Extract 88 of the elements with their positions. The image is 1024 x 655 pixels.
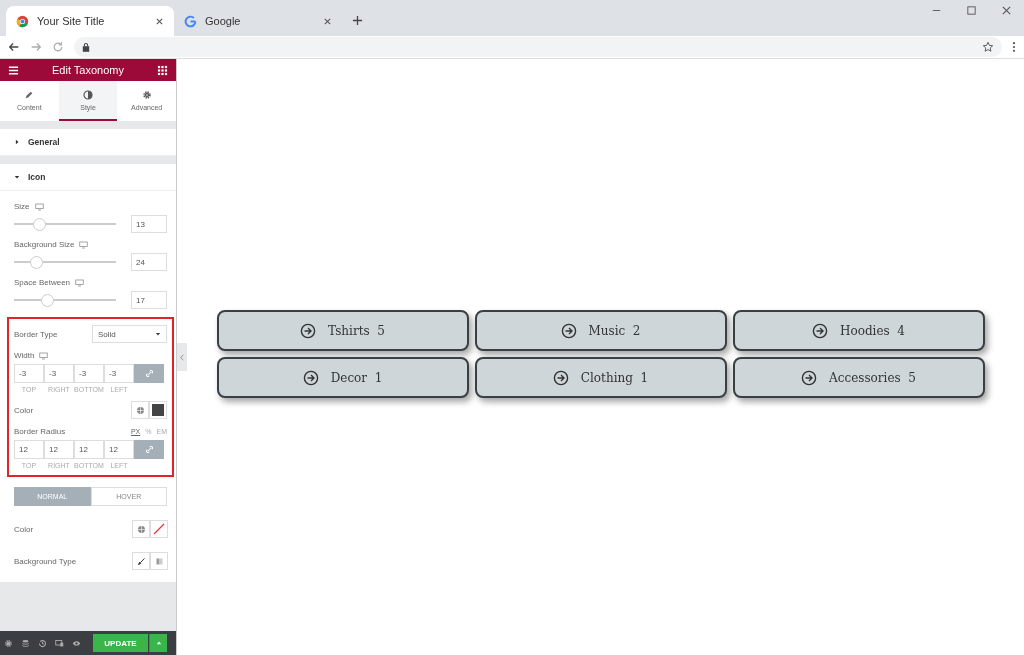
- radius-input[interactable]: 12: [14, 440, 44, 459]
- caret-icon: [155, 331, 161, 337]
- monitor-icon[interactable]: [79, 240, 89, 249]
- link-icon: [144, 369, 154, 378]
- term-label: Decor 1: [330, 370, 383, 385]
- chrome-logo-icon: [16, 14, 29, 28]
- control-label: Background Size: [14, 240, 75, 249]
- control-label: Width: [14, 351, 35, 360]
- caret-icon: [155, 640, 162, 646]
- width-input[interactable]: -3: [104, 364, 134, 383]
- no-color-swatch[interactable]: [150, 520, 168, 538]
- maximize-icon[interactable]: [966, 5, 977, 16]
- panel-title: Edit Taxonomy: [52, 64, 124, 76]
- layers-icon[interactable]: [21, 638, 30, 648]
- globe-icon: [136, 524, 146, 534]
- control-label: Border Radius: [14, 427, 66, 436]
- width-input[interactable]: -3: [14, 364, 44, 383]
- control-label: Size: [14, 202, 30, 211]
- responsive-icon[interactable]: [55, 638, 64, 648]
- slider-thumb[interactable]: [30, 255, 44, 269]
- term-label: Tshirts 5: [328, 323, 385, 338]
- caret-icon: [14, 139, 20, 145]
- term-label: Hoodies 4: [840, 323, 905, 338]
- eye-icon[interactable]: [72, 638, 81, 648]
- gear-icon: [141, 89, 152, 100]
- slider-thumb[interactable]: [32, 217, 46, 231]
- number-input[interactable]: 17: [131, 291, 167, 309]
- settings-icon[interactable]: [4, 638, 13, 648]
- gradient-icon[interactable]: [150, 552, 168, 570]
- forward-arrow-icon[interactable]: [30, 41, 42, 53]
- globe-icon: [135, 405, 145, 415]
- term-button[interactable]: Accessories 5: [732, 357, 985, 398]
- pencil-icon: [24, 89, 35, 100]
- chevron-left-icon: [180, 353, 184, 361]
- more-options-icon[interactable]: [1012, 41, 1016, 53]
- term-button[interactable]: Hoodies 4: [732, 310, 985, 351]
- browser-tab[interactable]: Your Site Title: [6, 6, 174, 36]
- section-title: General: [28, 137, 60, 147]
- new-tab-icon[interactable]: [352, 15, 363, 26]
- control-label: Border Type: [14, 329, 58, 339]
- menu-icon[interactable]: [8, 64, 19, 76]
- section-title: Icon: [28, 172, 46, 182]
- border-type-select[interactable]: Solid: [92, 325, 167, 343]
- close-icon[interactable]: [1001, 5, 1012, 16]
- lock-icon: [82, 42, 90, 52]
- number-input[interactable]: 13: [131, 215, 167, 233]
- global-colors-button[interactable]: [131, 401, 149, 419]
- term-button[interactable]: Decor 1: [216, 357, 469, 398]
- number-input[interactable]: 24: [131, 253, 167, 271]
- radius-input[interactable]: 12: [104, 440, 134, 459]
- slider-thumb[interactable]: [40, 293, 54, 307]
- google-logo-icon: [184, 14, 197, 28]
- half-circle-icon: [83, 89, 93, 100]
- section-header[interactable]: Icon: [0, 164, 176, 191]
- term-label: Music 2: [588, 323, 641, 338]
- caret-icon: [14, 174, 20, 180]
- brush-icon[interactable]: [132, 552, 150, 570]
- close-icon[interactable]: [323, 16, 332, 26]
- section-header[interactable]: General: [0, 129, 176, 156]
- term-button[interactable]: Music 2: [474, 310, 727, 351]
- term-label: Accessories 5: [829, 370, 916, 385]
- width-input[interactable]: -3: [44, 364, 74, 383]
- tab-title: Your Site Title: [37, 15, 106, 27]
- control-label: Color: [14, 524, 34, 534]
- collapse-panel-handle[interactable]: [177, 343, 187, 371]
- back-arrow-icon[interactable]: [8, 41, 20, 53]
- control-label: Background Type: [14, 556, 77, 566]
- monitor-icon[interactable]: [75, 278, 85, 287]
- close-icon[interactable]: [155, 16, 164, 26]
- history-icon[interactable]: [38, 638, 47, 648]
- control-label: Space Between: [14, 278, 71, 287]
- term-button[interactable]: Tshirts 5: [216, 310, 469, 351]
- radius-input[interactable]: 12: [44, 440, 74, 459]
- term-label: Clothing 1: [580, 370, 649, 385]
- width-input[interactable]: -3: [74, 364, 104, 383]
- monitor-icon[interactable]: [34, 202, 44, 211]
- control-label: Color: [14, 405, 34, 415]
- star-icon[interactable]: [982, 41, 994, 53]
- global-colors-button[interactable]: [132, 520, 150, 538]
- tab-title: Google: [205, 15, 242, 27]
- browser-tab[interactable]: Google: [174, 6, 342, 36]
- grid-icon[interactable]: [157, 64, 168, 76]
- monitor-icon[interactable]: [39, 351, 49, 360]
- reload-icon[interactable]: [52, 41, 64, 53]
- term-button[interactable]: Clothing 1: [474, 357, 727, 398]
- radius-input[interactable]: 12: [74, 440, 104, 459]
- link-icon: [144, 445, 154, 454]
- color-swatch[interactable]: [149, 401, 167, 419]
